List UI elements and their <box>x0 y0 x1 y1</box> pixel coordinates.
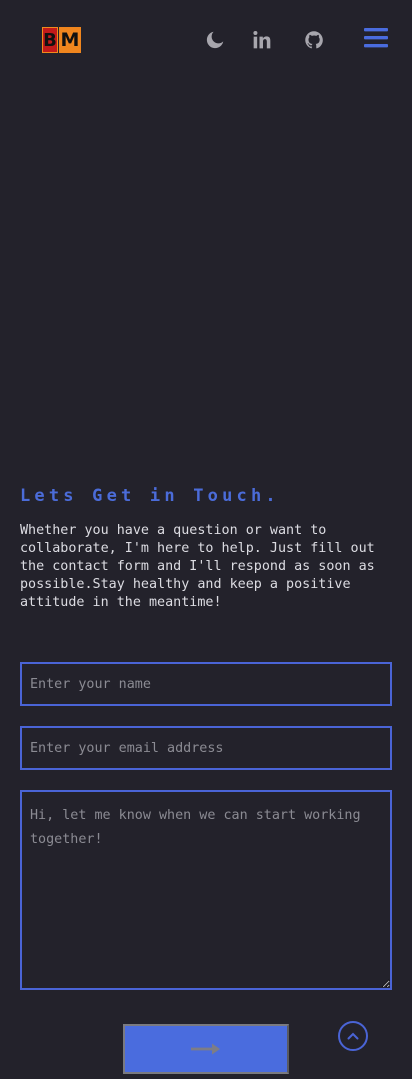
logo-letter-m: M <box>59 27 81 53</box>
menu-button[interactable] <box>363 26 389 50</box>
hamburger-menu-icon <box>364 28 388 48</box>
site-header: B M <box>0 0 412 80</box>
contact-title: Lets Get in Touch. <box>20 486 280 506</box>
email-input[interactable] <box>20 726 392 770</box>
arrow-right-icon <box>191 1043 220 1055</box>
contact-intro: Whether you have a question or want to c… <box>20 523 375 610</box>
theme-toggle-button[interactable] <box>203 28 227 52</box>
message-textarea[interactable] <box>20 790 392 990</box>
github-link[interactable] <box>302 28 326 52</box>
moon-icon <box>206 31 224 49</box>
name-input[interactable] <box>20 662 392 706</box>
scroll-to-top-button[interactable] <box>338 1021 368 1051</box>
github-icon <box>305 31 323 49</box>
chevron-up-icon <box>347 1032 359 1040</box>
submit-button[interactable] <box>123 1024 289 1074</box>
site-logo[interactable]: B M <box>42 27 82 53</box>
linkedin-icon <box>253 31 271 49</box>
linkedin-link[interactable] <box>250 28 274 52</box>
logo-letter-b: B <box>42 27 58 53</box>
